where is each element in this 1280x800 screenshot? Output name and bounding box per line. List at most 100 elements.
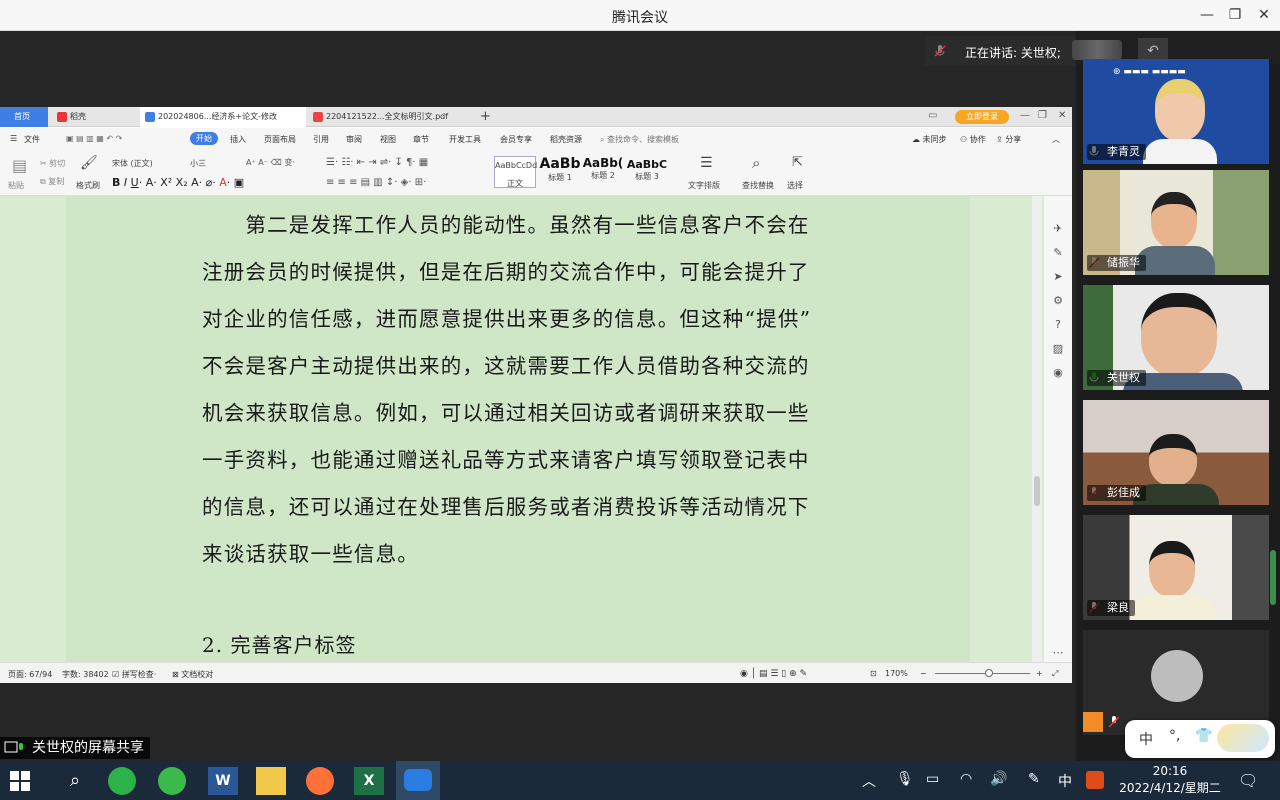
tab-doc[interactable]: 202024806...经济系+论文-修改 [140,107,306,127]
text-layout-icon[interactable]: ☰ [700,155,713,171]
style-normal[interactable]: AaBbCcDd 正文 [494,156,537,188]
participant-tile[interactable]: 关世权 [1083,285,1269,390]
command-search[interactable]: ⌕ 查找命令、搜索模板 [600,134,679,145]
copy-button[interactable]: ⧉ 复制 [40,176,64,187]
font-size-select[interactable]: 小三 [190,158,206,169]
ribbon-tab-daoke[interactable]: 稻壳资源 [550,134,582,145]
paragraph-align-icons[interactable]: ≡ ≡ ≡ ▤ ▥ ↕· ◈· ⊞· [326,177,426,188]
tab-daoke[interactable]: 稻壳 [52,107,136,127]
participant-tile[interactable]: 彭佳成 [1083,400,1269,505]
menu-icon[interactable]: ☰ [10,134,17,143]
ribbon-tab-view[interactable]: 视图 [380,134,396,145]
participant-tile[interactable]: ⊛ ▬▬▬ ▬▬▬▬ 李青灵 [1083,59,1269,164]
ribbon-tab-references[interactable]: 引用 [313,134,329,145]
scroll-thumb[interactable] [1034,476,1040,506]
sync-status[interactable]: ☁ 未同步 [912,134,947,145]
style-heading1[interactable]: AaBb 标题 1 [538,156,582,188]
font-tools-icon[interactable]: A⁺ A⁻ ⌫ 变· [246,157,295,168]
punctuation-icon[interactable]: °, [1169,728,1180,744]
select-cursor-icon[interactable]: ⇱ [792,155,803,170]
rocket-icon[interactable]: ✈ [1051,222,1065,236]
cut-button[interactable]: ✂ 剪切 [40,158,65,169]
zoom-in-button[interactable]: + [1036,669,1043,678]
ribbon-tab-devtools[interactable]: 开发工具 [449,134,481,145]
location-icon[interactable]: ◉ [1051,366,1065,380]
tencent-meeting-taskbar-button[interactable] [396,761,440,800]
paragraph-list-icons[interactable]: ☰· ☷· ⇤ ⇥ ⇌· ↧ ¶· ▦ [326,157,428,168]
pen-tray-icon[interactable]: ✎ [1028,771,1040,787]
font-name-select[interactable]: 宋体 (正文) [112,158,153,169]
word-count[interactable]: 字数: 38402 [62,669,109,680]
sogou-icon[interactable] [1086,771,1104,789]
style-heading2[interactable]: AaBb( 标题 2 [582,156,624,188]
find-replace-label[interactable]: 查找替换 [742,180,774,191]
vertical-scrollbar[interactable] [1032,196,1042,662]
collapse-ribbon-icon[interactable]: ︿ [1052,134,1060,145]
tray-overflow-icon[interactable]: ︿ [862,771,876,791]
zoom-level[interactable]: 170% [885,669,908,678]
tab-home[interactable]: 首页 [0,107,48,127]
view-mode-icons[interactable]: ◉ │ ▤ ☰ ▯ ⊕ ✎ [740,669,807,679]
zoom-slider-knob[interactable] [985,669,993,677]
wps-minimize-button[interactable]: — [1020,110,1030,121]
skin-icon[interactable]: 👕 [1195,728,1212,744]
search-icon[interactable]: ⌕ [60,767,90,795]
windows-start-icon[interactable] [10,771,30,791]
zoom-slider[interactable] [935,673,1030,674]
word-icon[interactable]: W [208,767,238,795]
mic-tray-icon[interactable]: 🎙 [896,771,914,787]
document-heading[interactable]: 2. 完善客户标签 [202,629,356,658]
find-replace-icon[interactable]: ⌕ [752,154,760,172]
tab-pdf[interactable]: 2204121522...全文标明引文.pdf [308,107,468,127]
share-button[interactable]: ⇪ 分享 [996,134,1021,145]
paste-label[interactable]: 粘贴 [8,180,24,191]
wps-restore-button[interactable]: ❐ [1038,110,1047,121]
wechat-icon[interactable] [108,767,136,795]
participant-scrollbar[interactable] [1270,550,1276,605]
image-icon[interactable]: ▨ [1051,342,1065,356]
ime-toolbar[interactable]: 中 °, 👕 [1125,720,1275,758]
font-format-icons[interactable]: B I U· A· X² X₂ A· ⌀· A· ▣ [112,176,244,189]
notification-icon[interactable]: 🗨 [1238,771,1258,790]
settings-sliders-icon[interactable]: ⚙ [1051,294,1065,308]
participant-tile[interactable]: 梁良 [1083,515,1269,620]
ribbon-tab-review[interactable]: 审阅 [346,134,362,145]
firefox-icon[interactable] [306,767,334,795]
zoom-out-button[interactable]: − [920,669,927,678]
tab-list-icon[interactable]: ▭ [928,110,937,121]
proofread-button[interactable]: ⊠ 文档校对 [172,669,213,680]
wps-close-button[interactable]: ✕ [1058,110,1066,121]
format-painter-label[interactable]: 格式刷 [76,180,100,191]
document-paragraph[interactable]: 第二是发挥工作人员的能动性。虽然有一些信息客户不会在 注册会员的时候提供，但是在… [202,202,842,578]
format-painter-icon[interactable]: 🖌 [80,155,98,171]
ime-lang[interactable]: 中 [1139,729,1153,749]
volume-icon[interactable]: 🔊 [990,771,1007,787]
ribbon-tab-chapter[interactable]: 章节 [413,134,429,145]
ribbon-tab-member[interactable]: 会员专享 [500,134,532,145]
wifi-icon[interactable]: ◠ [960,771,972,787]
participant-tile[interactable]: 储振华 [1083,170,1269,275]
close-button[interactable]: ✕ [1253,4,1275,26]
paste-icon[interactable]: ▤ [12,156,27,175]
style-heading3[interactable]: AaBbC 标题 3 [626,156,668,188]
ribbon-tab-layout[interactable]: 页面布局 [264,134,296,145]
battery-icon[interactable]: ▭ [926,771,939,787]
help-icon[interactable]: ? [1051,318,1065,332]
evernote-icon[interactable] [158,767,186,795]
text-layout-label[interactable]: 文字排版 [688,180,720,191]
select-label[interactable]: 选择 [787,180,803,191]
ribbon-tab-insert[interactable]: 插入 [230,134,246,145]
ribbon-tab-start[interactable]: 开始 [190,132,218,145]
page-count[interactable]: 页面: 67/94 [8,669,52,680]
quick-tools-icon[interactable]: ▣ ▤ ▥ ▦ ↶ ↷ [66,134,122,143]
login-button[interactable]: 立即登录 [955,110,1009,124]
more-icon[interactable]: ⋯ [1051,646,1065,660]
cloud-icon[interactable] [1217,724,1269,752]
spellcheck-button[interactable]: ☑ 拼写检查· [112,669,156,680]
pen-icon[interactable]: ✎ [1051,246,1065,260]
pointer-icon[interactable]: ➤ [1051,270,1065,284]
new-tab-button[interactable]: + [480,109,491,124]
menu-file[interactable]: 文件 [24,134,40,145]
collab-button[interactable]: ⚇ 协作 [960,134,986,145]
maximize-button[interactable]: ❐ [1224,4,1246,26]
